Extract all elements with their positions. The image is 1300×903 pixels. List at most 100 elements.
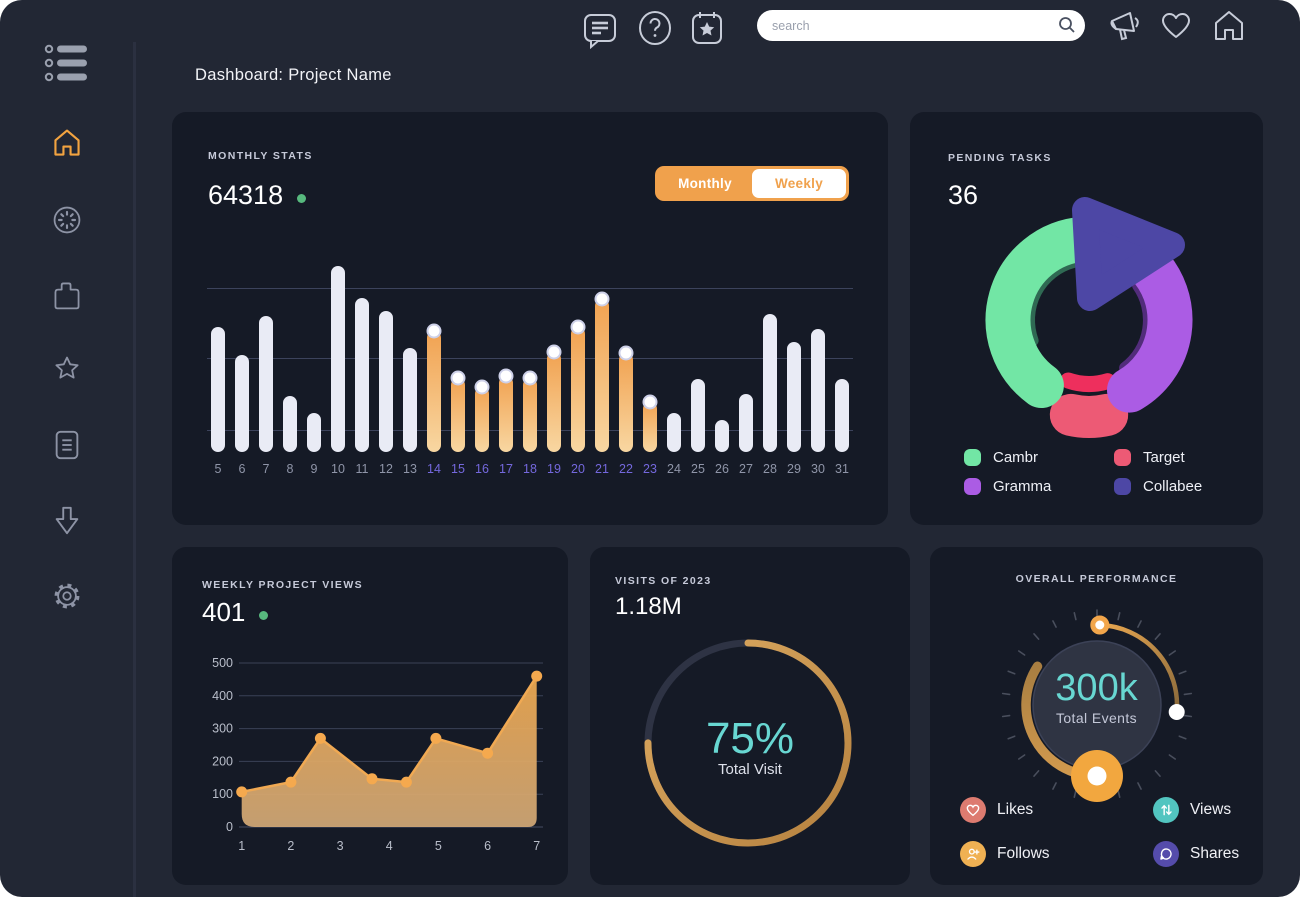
list-menu-icon[interactable]	[44, 42, 96, 89]
svg-text:7: 7	[533, 839, 540, 853]
bar-day-30[interactable]: 30	[807, 264, 829, 476]
bar-day-19[interactable]: 19	[543, 264, 565, 476]
toggle-option-weekly[interactable]: Weekly	[752, 169, 846, 198]
bar-day-6[interactable]: 6	[231, 264, 253, 476]
bar-day-8[interactable]: 8	[279, 264, 301, 476]
home-icon	[51, 127, 83, 164]
sidebar-item-settings[interactable]	[50, 581, 84, 615]
svg-text:1: 1	[238, 839, 245, 853]
bar-day-9[interactable]: 9	[303, 264, 325, 476]
bar-marker-dot	[427, 324, 442, 339]
megaphone-icon[interactable]	[1108, 9, 1144, 48]
cambr-swatch	[964, 449, 981, 466]
svg-text:400: 400	[212, 689, 233, 703]
svg-text:500: 500	[212, 656, 233, 670]
toggle-option-monthly[interactable]: Monthly	[658, 169, 752, 198]
visits-card: VISITS OF 2023 1.18M 75% Total Visit	[590, 547, 910, 885]
bar-x-label: 17	[499, 452, 513, 476]
svg-text:0: 0	[226, 820, 233, 834]
sidebar-item-home[interactable]	[50, 128, 84, 162]
star-icon	[51, 354, 83, 391]
calendar-star-icon[interactable]	[690, 10, 724, 51]
bar-day-20[interactable]: 20	[567, 264, 589, 476]
bar-day-17[interactable]: 17	[495, 264, 517, 476]
gear-icon	[51, 580, 83, 617]
bar-day-12[interactable]: 12	[375, 264, 397, 476]
weekly-area-chart: 50040030020010001234567	[197, 647, 553, 865]
legend-item-cambr: Cambr	[964, 449, 1038, 466]
bar-day-27[interactable]: 27	[735, 264, 757, 476]
performance-value: 300k	[930, 667, 1263, 710]
bar-x-label: 11	[356, 452, 369, 476]
legend-item-shares: Shares	[1153, 841, 1239, 867]
sidebar-item-favorites[interactable]	[50, 355, 84, 389]
bar-day-16[interactable]: 16	[471, 264, 493, 476]
visits-percent: 75%	[590, 714, 910, 764]
bar-day-5[interactable]: 5	[207, 264, 229, 476]
help-icon[interactable]	[637, 10, 673, 51]
svg-text:100: 100	[212, 787, 233, 801]
status-dot	[297, 194, 306, 203]
sidebar-item-downloads[interactable]	[50, 506, 84, 540]
bar-marker-dot	[571, 320, 586, 335]
bar-day-15[interactable]: 15	[447, 264, 469, 476]
bar-x-label: 26	[715, 452, 729, 476]
performance-card: OVERALL PERFORMANCE 300k Total Events Li…	[930, 547, 1263, 885]
briefcase-icon	[51, 279, 83, 316]
collabee-swatch	[1114, 478, 1131, 495]
sidebar-item-activity[interactable]	[50, 205, 84, 239]
bar-day-11[interactable]: 11	[351, 264, 373, 476]
bar-x-label: 12	[379, 452, 393, 476]
bar-day-13[interactable]: 13	[399, 264, 421, 476]
message-icon[interactable]	[583, 13, 617, 54]
heart-icon[interactable]	[1160, 11, 1192, 46]
bar-x-label: 18	[523, 452, 537, 476]
bar-day-22[interactable]: 22	[615, 264, 637, 476]
bar-marker-dot	[523, 371, 538, 386]
bar-day-29[interactable]: 29	[783, 264, 805, 476]
bar-x-label: 20	[571, 452, 585, 476]
bar-day-14[interactable]: 14	[423, 264, 445, 476]
timer-icon	[51, 204, 83, 241]
bar-x-label: 19	[547, 452, 561, 476]
bar-x-label: 31	[835, 452, 849, 476]
status-dot	[259, 611, 268, 620]
monthly-bar-chart: 5678910111213141516171819202122232425262…	[207, 264, 853, 476]
bar-day-24[interactable]: 24	[663, 264, 685, 476]
weekly-views-card: WEEKLY PROJECT VIEWS 401 500400300200100…	[172, 547, 568, 885]
bar-day-23[interactable]: 23	[639, 264, 661, 476]
bar-marker-dot	[499, 369, 514, 384]
search-bar	[757, 10, 1085, 41]
bar-day-28[interactable]: 28	[759, 264, 781, 476]
bar-day-31[interactable]: 31	[831, 264, 853, 476]
bar-x-label: 14	[427, 452, 441, 476]
legend-item-collabee: Collabee	[1114, 478, 1202, 495]
legend-item-follows: Follows	[960, 841, 1050, 867]
visits-caption: Total Visit	[590, 761, 910, 778]
weekly-views-value: 401	[202, 597, 268, 628]
search-input[interactable]	[757, 10, 1085, 41]
bar-day-10[interactable]: 10	[327, 264, 349, 476]
home-icon[interactable]	[1211, 8, 1247, 49]
bar-x-label: 10	[331, 452, 345, 476]
monthly-stats-label: MONTHLY STATS	[208, 150, 313, 162]
sidebar-item-projects[interactable]	[50, 280, 84, 314]
bar-marker-dot	[547, 345, 562, 360]
bar-x-label: 21	[595, 452, 609, 476]
period-toggle[interactable]: Monthly Weekly	[655, 166, 849, 201]
bar-marker-dot	[619, 346, 634, 361]
search-icon[interactable]	[1058, 16, 1076, 39]
bar-x-label: 15	[451, 452, 465, 476]
legend-item-likes: Likes	[960, 797, 1033, 823]
svg-text:3: 3	[337, 839, 344, 853]
pending-tasks-donut-chart	[910, 112, 1263, 525]
bar-day-18[interactable]: 18	[519, 264, 541, 476]
sidebar-item-notes[interactable]	[50, 430, 84, 464]
bar-day-26[interactable]: 26	[711, 264, 733, 476]
notes-icon	[52, 429, 82, 466]
bar-day-21[interactable]: 21	[591, 264, 613, 476]
bar-day-7[interactable]: 7	[255, 264, 277, 476]
bar-marker-dot	[475, 380, 490, 395]
bar-day-25[interactable]: 25	[687, 264, 709, 476]
legend-item-gramma: Gramma	[964, 478, 1051, 495]
